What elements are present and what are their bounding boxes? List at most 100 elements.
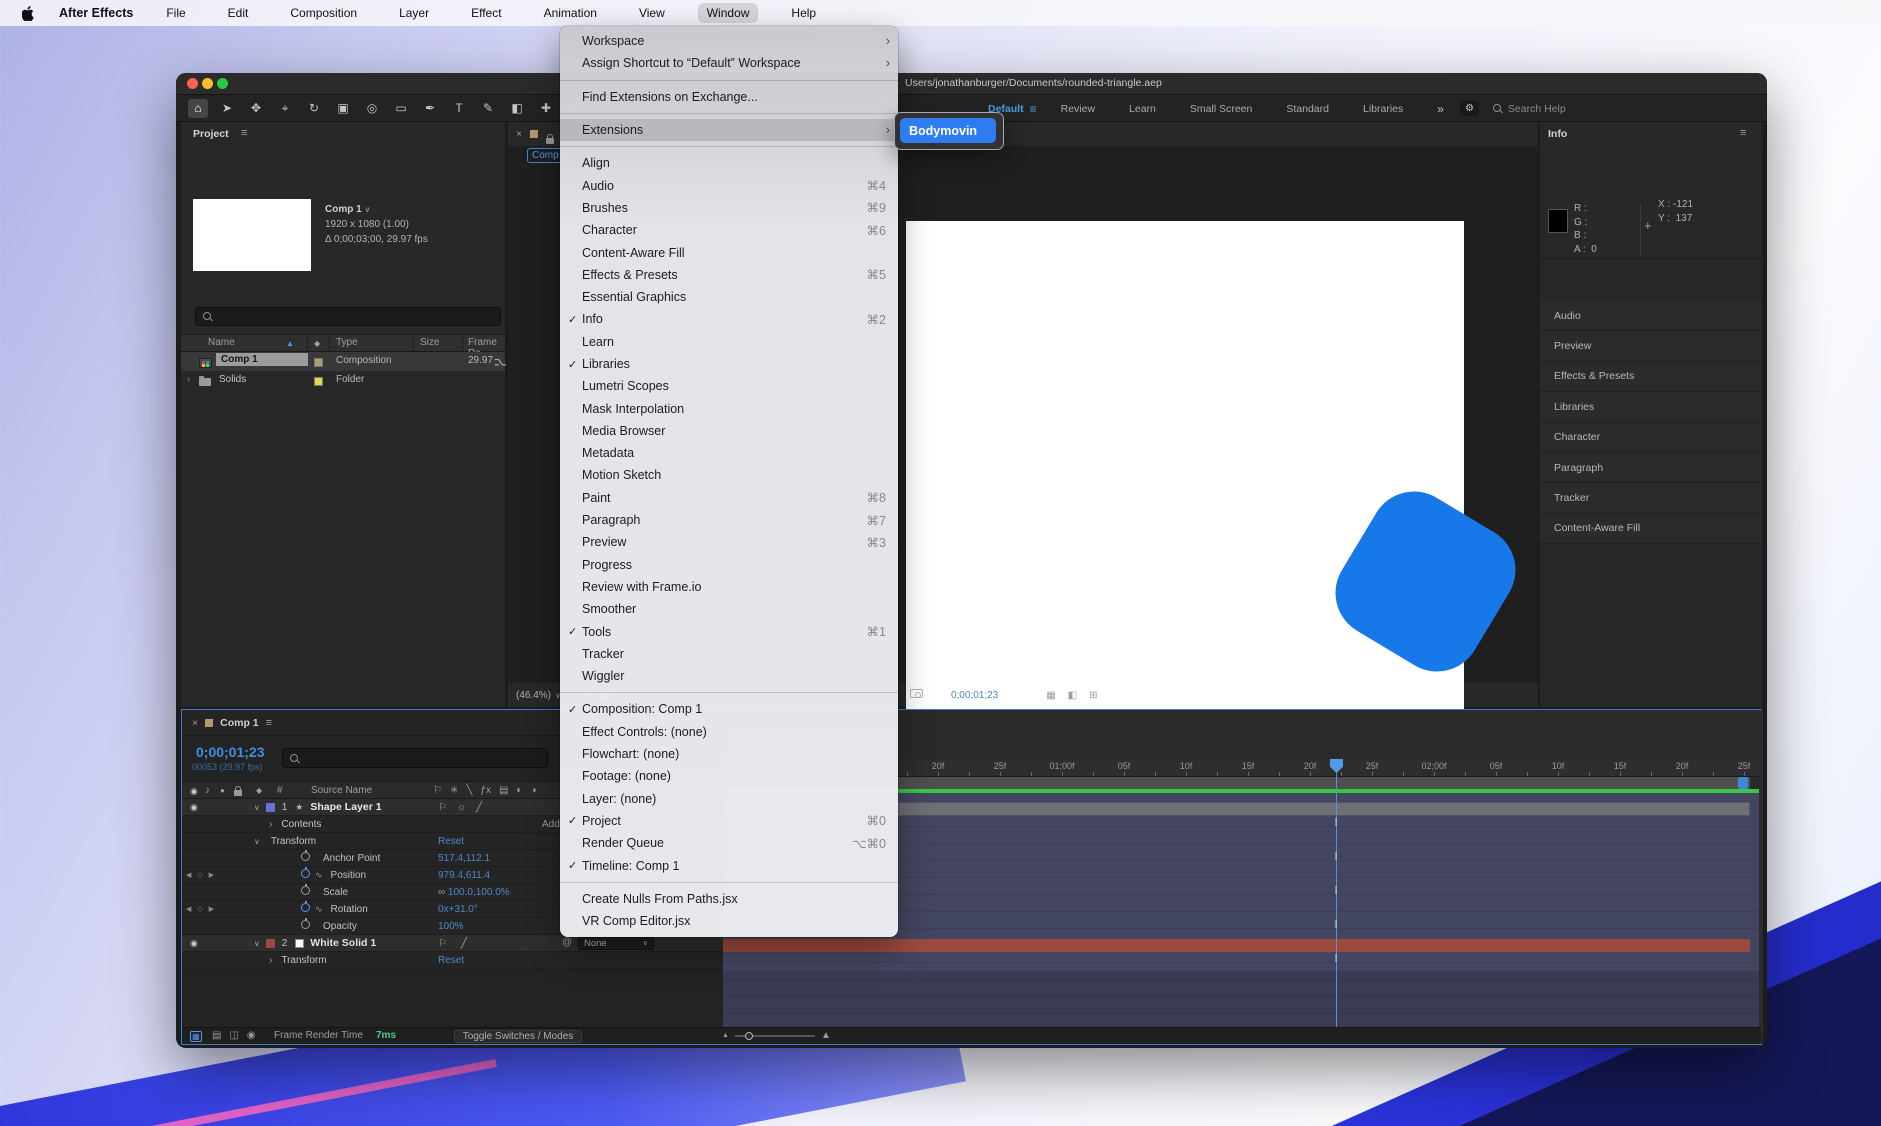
tool-icon[interactable]: ✎ <box>478 99 498 118</box>
white-solid-duration-bar[interactable] <box>723 939 1750 952</box>
stopwatch-icon[interactable] <box>301 886 310 895</box>
switch-column-icon[interactable]: ◑ <box>530 785 536 796</box>
menu-item[interactable]: ✓ Project ⌘0 <box>560 810 898 832</box>
tool-icon[interactable]: ▣ <box>333 99 353 118</box>
switch-column-icon[interactable]: ƒx <box>480 785 491 796</box>
keyframe-nav-icons[interactable]: ◀ ◇ ▶ <box>186 905 230 913</box>
tool-icon[interactable]: ▭ <box>391 99 411 118</box>
menubar-item-composition[interactable]: Composition <box>281 3 366 23</box>
menu-item[interactable]: Progress <box>560 554 898 576</box>
menu-item[interactable]: Align <box>560 152 898 174</box>
panel-tab[interactable]: Libraries <box>1540 392 1762 422</box>
menu-item[interactable]: Paint ⌘8 <box>560 487 898 509</box>
zoom-slider-knob[interactable] <box>745 1032 753 1040</box>
sort-ascending-icon[interactable]: ▲ <box>286 339 294 348</box>
composition-canvas[interactable] <box>906 221 1464 725</box>
workspace-small-screen[interactable]: Small Screen <box>1190 103 1252 115</box>
tag-icon[interactable]: ◆ <box>256 786 262 795</box>
menu-item[interactable]: ✓ Composition: Comp 1 <box>560 698 898 720</box>
menu-item[interactable]: Character ⌘6 <box>560 219 898 241</box>
menu-item[interactable]: Layer: (none) <box>560 788 898 810</box>
workspace-review[interactable]: Review <box>1061 103 1095 115</box>
layer-switch-icon[interactable]: ╱ <box>476 802 482 813</box>
zoom-level[interactable]: (46.4%) <box>516 690 551 701</box>
stopwatch-icon[interactable] <box>301 869 310 878</box>
zoom-slider-track[interactable] <box>735 1035 815 1037</box>
menu-item[interactable]: Content-Aware Fill <box>560 241 898 263</box>
timeline-zoom-slider[interactable]: ▲ ▲ <box>722 1030 831 1041</box>
menu-item[interactable]: Assign Shortcut to “Default” Workspace › <box>560 52 898 74</box>
tag-icon[interactable]: ◆ <box>314 339 320 348</box>
tool-icon[interactable]: ↻ <box>304 99 324 118</box>
panel-tab[interactable]: Tracker <box>1540 483 1762 513</box>
rounded-rectangle-shape[interactable] <box>1319 475 1532 688</box>
property-label[interactable]: Position <box>331 870 367 881</box>
viewer-icon[interactable]: ◧ <box>1068 690 1077 701</box>
graph-icon[interactable]: ∿ <box>315 904 323 915</box>
apple-menu-icon[interactable] <box>22 6 35 21</box>
tool-icon[interactable]: ✚ <box>536 99 556 118</box>
collapse-caret-icon[interactable]: ∨ <box>254 939 260 948</box>
property-label[interactable]: Rotation <box>331 904 368 915</box>
panel-tab[interactable]: Audio <box>1540 301 1762 331</box>
expand-caret-icon[interactable]: › <box>187 374 190 385</box>
menu-item[interactable]: Flowchart: (none) <box>560 743 898 765</box>
menu-item[interactable]: Workspace › <box>560 30 898 52</box>
collapse-caret-icon[interactable]: ∨ <box>254 803 260 812</box>
property-label[interactable]: Opacity <box>323 921 357 932</box>
flowchart-icon[interactable]: ⌥ <box>494 356 507 369</box>
layer-name[interactable]: Shape Layer 1 <box>310 801 381 813</box>
project-comp-name[interactable]: Comp 1 <box>325 204 362 215</box>
project-row-comp1[interactable]: Comp 1 Composition 29.97 ⌥ <box>181 352 505 371</box>
switch-column-icon[interactable]: ◐ <box>516 785 522 796</box>
menu-item[interactable]: Media Browser <box>560 420 898 442</box>
workspace-standard[interactable]: Standard <box>1286 103 1329 115</box>
timeline-timecode[interactable]: 0;00;01;23 <box>196 744 265 760</box>
workspace-libraries[interactable]: Libraries <box>1363 103 1403 115</box>
menu-item[interactable]: Render Queue ⌥⌘0 <box>560 832 898 854</box>
minimize-window-button[interactable] <box>202 78 213 89</box>
menubar-item-window[interactable]: Window <box>698 3 759 23</box>
eye-icon[interactable]: ◉ <box>190 802 198 813</box>
menubar-app-name[interactable]: After Effects <box>59 6 133 20</box>
link-icon[interactable]: ∞ <box>438 887 445 898</box>
project-row-name[interactable]: Comp 1 <box>216 353 308 366</box>
help-search[interactable]: Search Help <box>1493 103 1566 115</box>
property-value[interactable]: 100.0,100.0% <box>448 887 510 898</box>
menubar-item-animation[interactable]: Animation <box>535 3 606 23</box>
tool-icon[interactable]: T <box>449 99 469 118</box>
tool-icon[interactable]: ⌂ <box>188 99 208 118</box>
menu-item[interactable]: Effects & Presets ⌘5 <box>560 264 898 286</box>
stopwatch-icon[interactable] <box>301 920 310 929</box>
project-row-solids[interactable]: › Solids Folder <box>181 371 505 390</box>
project-search-input[interactable] <box>195 307 501 326</box>
tool-icon[interactable]: ✥ <box>246 99 266 118</box>
viewer-icon[interactable]: ⊞ <box>1089 690 1097 701</box>
tool-icon[interactable]: ◎ <box>362 99 382 118</box>
menu-item[interactable]: ✓ Libraries <box>560 353 898 375</box>
switch-column-icon[interactable]: ⚐ <box>433 785 442 796</box>
panel-tab[interactable]: Effects & Presets <box>1540 362 1762 392</box>
property-value[interactable]: 517.4,112.1 <box>438 853 490 864</box>
menubar-item-edit[interactable]: Edit <box>219 3 258 23</box>
menu-item[interactable]: Footage: (none) <box>560 765 898 787</box>
layer-switch-icon[interactable]: ☼ <box>457 802 466 813</box>
menu-item[interactable]: Smoother <box>560 598 898 620</box>
property-value[interactable]: 979.4,611.4 <box>438 870 490 881</box>
menu-item[interactable]: VR Comp Editor.jsx <box>560 910 898 932</box>
project-panel-title[interactable]: Project <box>193 128 229 140</box>
timeline-menu-icon[interactable]: ≡ <box>266 717 272 729</box>
reset-link[interactable]: Reset <box>438 955 464 966</box>
audio-icon[interactable]: ♪ <box>205 785 210 796</box>
switch-column-icon[interactable]: ▤ <box>499 785 508 796</box>
zoom-out-mountain-icon[interactable]: ▲ <box>722 1032 729 1039</box>
menu-item[interactable]: Review with Frame.io <box>560 576 898 598</box>
property-value[interactable]: 0x+31.0° <box>438 904 478 915</box>
zoom-in-mountain-icon[interactable]: ▲ <box>821 1030 831 1041</box>
menu-item[interactable]: ✓ Tools ⌘1 <box>560 620 898 642</box>
parent-dropdown[interactable]: None ∨ <box>578 936 654 950</box>
layer-row-white-solid-1[interactable]: ◉ ∨ 2 White Solid 1 ⚐╱ @ None ∨ <box>182 935 723 952</box>
keyframe-nav-icons[interactable]: ◀ ◇ ▶ <box>186 871 230 879</box>
viewer-timecode[interactable]: 0;00;01;23 <box>951 690 998 701</box>
menu-item-find-extensions[interactable]: Find Extensions on Exchange... <box>560 86 898 108</box>
